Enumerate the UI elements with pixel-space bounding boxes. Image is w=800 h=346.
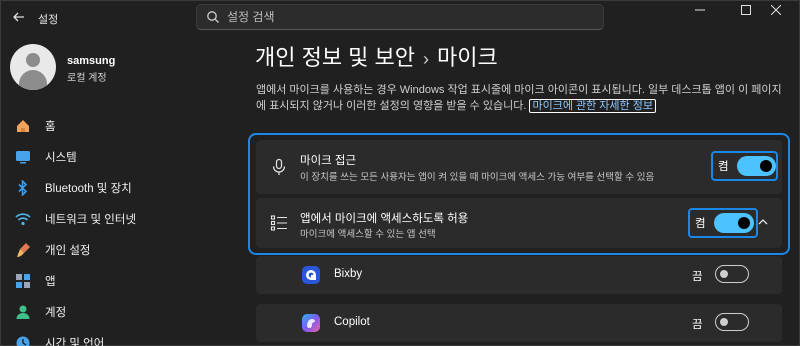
toggle-switch-on[interactable]: [713, 213, 754, 233]
app-title: 설정: [38, 14, 59, 26]
search-icon: [207, 11, 219, 23]
sidebar-item-network[interactable]: 네트워크 및 인터넷: [14, 206, 224, 232]
sidebar-item-label: 개인 설정: [45, 245, 91, 257]
copilot-icon: [302, 314, 320, 332]
learn-more-link[interactable]: 마이크에 관한 자세한 정보: [529, 99, 656, 113]
breadcrumb: 개인 정보 및 보안 › 마이크: [255, 40, 498, 72]
sidebar-item-label: 홈: [45, 121, 56, 133]
setting-subtitle: 마이크에 액세스할 수 있는 앱 선택: [300, 229, 436, 240]
sidebar-item-label: 네트워크 및 인터넷: [45, 214, 137, 226]
description-text: 앱에서 마이크를 사용하는 경우 Windows 작업 표시줄에 마이크 아이콘…: [256, 84, 782, 112]
mic-access-toggle[interactable]: 켬: [711, 151, 778, 181]
search-input[interactable]: [227, 5, 587, 29]
app-row-bixby: Bixby 끔: [256, 256, 782, 294]
setting-title: 앱에서 마이크에 액세스하도록 허용: [300, 213, 469, 225]
sidebar-item-bluetooth[interactable]: Bluetooth 및 장치: [14, 175, 224, 201]
minimize-button[interactable]: [680, 0, 720, 20]
app-access-toggle[interactable]: 켬: [688, 208, 758, 238]
list-icon: [270, 215, 287, 231]
sidebar-item-apps[interactable]: 앱: [14, 268, 224, 294]
title-bar: 설정: [0, 0, 800, 36]
sidebar-item-personalization[interactable]: 개인 설정: [14, 237, 224, 263]
chevron-up-icon[interactable]: [757, 216, 769, 228]
bixby-toggle[interactable]: [715, 265, 749, 283]
maximize-icon: [741, 5, 751, 15]
toggle-state-label: 켬: [718, 161, 729, 173]
toggle-switch-on[interactable]: [736, 156, 776, 176]
page-title: 마이크: [437, 45, 498, 70]
time-language-icon: [14, 334, 32, 346]
search-box[interactable]: [196, 4, 604, 30]
sidebar-item-label: 계정: [45, 307, 67, 319]
avatar: [10, 44, 56, 90]
profile-account-type: 로컬 계정: [67, 73, 107, 84]
close-icon: [771, 5, 781, 15]
page-description: 앱에서 마이크를 사용하는 경우 Windows 작업 표시줄에 마이크 아이콘…: [256, 82, 786, 114]
minimize-icon: [695, 9, 705, 11]
setting-card-app-access[interactable]: 앱에서 마이크에 액세스하도록 허용 마이크에 액세스할 수 있는 앱 선택 켬: [256, 198, 782, 248]
app-row-copilot: Copilot 끔: [256, 304, 782, 342]
sidebar-item-time-language[interactable]: 시간 및 언어: [14, 330, 224, 346]
profile-name: samsung: [67, 55, 116, 67]
sidebar-item-home[interactable]: 홈: [14, 113, 224, 139]
back-button[interactable]: [8, 6, 30, 28]
sidebar-item-label: 시간 및 언어: [45, 338, 105, 346]
breadcrumb-parent[interactable]: 개인 정보 및 보안: [255, 45, 415, 70]
close-button[interactable]: [756, 0, 796, 20]
apps-icon: [14, 272, 32, 290]
account-icon: [14, 303, 32, 321]
sidebar-item-label: Bluetooth 및 장치: [45, 183, 132, 195]
home-icon: [14, 117, 32, 135]
toggle-state-label: 끔: [692, 271, 703, 283]
setting-card-mic-access: 마이크 접근 이 장치를 쓰는 모든 사용자는 앱이 켜 있을 때 마이크에 액…: [256, 140, 782, 194]
bluetooth-icon: [14, 179, 32, 197]
system-icon: [14, 148, 32, 166]
breadcrumb-separator: ›: [423, 49, 430, 69]
app-name: Copilot: [334, 316, 370, 328]
wifi-icon: [14, 210, 32, 228]
sidebar-item-label: 앱: [45, 276, 56, 288]
app-name: Bixby: [334, 268, 363, 280]
setting-subtitle: 이 장치를 쓰는 모든 사용자는 앱이 켜 있을 때 마이크에 액세스 가능 여…: [300, 172, 655, 183]
sidebar-item-label: 시스템: [45, 152, 77, 164]
sidebar-item-system[interactable]: 시스템: [14, 144, 224, 170]
copilot-toggle[interactable]: [715, 313, 749, 331]
brush-icon: [14, 241, 32, 259]
microphone-icon: [272, 158, 286, 175]
toggle-state-label: 켬: [695, 218, 706, 230]
toggle-state-label: 끔: [692, 319, 703, 331]
arrow-left-icon: [13, 12, 24, 22]
setting-title: 마이크 접근: [300, 155, 357, 167]
sidebar-item-accounts[interactable]: 계정: [14, 299, 224, 325]
bixby-icon: [302, 266, 320, 284]
